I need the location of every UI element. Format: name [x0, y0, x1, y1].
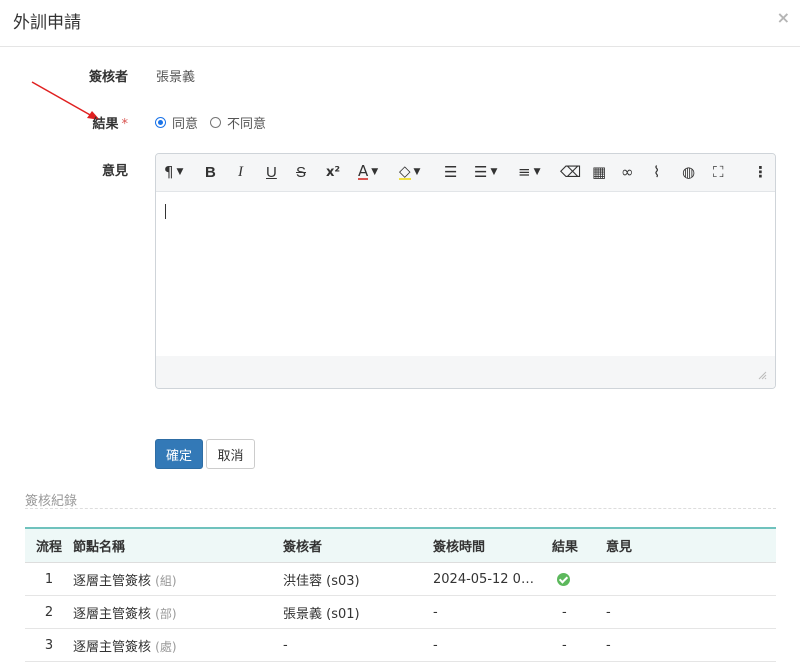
ordered-list-icon[interactable]: ☰: [444, 161, 457, 183]
unordered-list-icon[interactable]: ☰ ▼: [474, 161, 497, 183]
step-cell: 1: [25, 562, 73, 596]
text-color-icon[interactable]: A ▼: [358, 161, 378, 183]
close-button[interactable]: ×: [777, 8, 790, 27]
italic-icon[interactable]: I: [238, 161, 243, 183]
paragraph-format-icon[interactable]: ¶ ▼: [164, 161, 183, 183]
strikethrough-icon[interactable]: S: [296, 161, 306, 183]
underline-icon[interactable]: U: [266, 161, 277, 183]
node-cell: 逐層主管簽核 (組): [73, 562, 283, 596]
comment-cell: -: [606, 595, 776, 629]
background-color-icon[interactable]: ◇ ▼: [399, 161, 420, 183]
superscript-icon[interactable]: x²: [326, 161, 340, 183]
comment-cell: [606, 562, 776, 596]
link-icon[interactable]: ∞: [621, 161, 634, 183]
fullscreen-icon[interactable]: ⛶: [713, 161, 724, 183]
result-cell: -: [552, 595, 606, 629]
column-header-step: 流程: [25, 528, 73, 563]
dialog-title: 外訓申請: [13, 13, 81, 33]
comment-editor: ¶ ▼ B I U S x² A ▼ ◇ ▼ ☰ ☰ ▼ ≡ ▼ ⌫ ▦ ∞ ⌇ ◍ ⛶ …: [155, 153, 776, 389]
cancel-button[interactable]: 取消: [206, 439, 255, 469]
reviewer-value: 張景義: [156, 70, 196, 85]
section-divider: [25, 508, 776, 509]
approved-check-icon: [557, 572, 570, 586]
editor-statusbar: [156, 356, 775, 388]
table-header-row: 流程 節點名稱 簽核者 簽核時間 結果 意見: [25, 528, 776, 563]
bold-icon[interactable]: B: [205, 161, 216, 183]
result-cell: [552, 562, 606, 596]
time-cell: -: [433, 628, 552, 662]
attachment-icon[interactable]: ⌇: [653, 161, 660, 183]
dialog-header: 外訓申請 ×: [0, 0, 800, 47]
comment-cell: -: [606, 628, 776, 662]
time-cell: 2024-05-12 0…: [433, 562, 552, 596]
comment-textarea[interactable]: [156, 192, 775, 356]
result-radio-group: 同意 不同意: [155, 113, 278, 132]
table-row: 3 逐層主管簽核 (處) - - - -: [25, 628, 776, 662]
radio-disagree-label[interactable]: 不同意: [227, 113, 266, 132]
table-row: 2 逐層主管簽核 (部) 張景義 (s01) - - -: [25, 595, 776, 629]
reviewer-cell: 洪佳蓉 (s03): [283, 562, 433, 596]
history-section-title: 簽核紀錄: [25, 494, 78, 509]
radio-disagree[interactable]: [210, 117, 222, 128]
result-cell: -: [552, 628, 606, 662]
reviewer-cell: -: [283, 628, 433, 662]
column-header-time: 簽核時間: [433, 528, 552, 563]
confirm-button[interactable]: 確定: [155, 439, 203, 469]
node-cell: 逐層主管簽核 (處): [73, 628, 283, 662]
resize-handle-icon[interactable]: [758, 371, 767, 380]
result-label: 結果 *: [92, 117, 129, 132]
clear-formatting-icon[interactable]: ⌫: [560, 161, 581, 183]
node-cell: 逐層主管簽核 (部): [73, 595, 283, 629]
comment-label: 意見: [101, 164, 128, 179]
reviewer-cell: 張景義 (s01): [283, 595, 433, 629]
table-row: 1 逐層主管簽核 (組) 洪佳蓉 (s03) 2024-05-12 0…: [25, 562, 776, 596]
more-options-icon[interactable]: ⋮: [753, 161, 768, 183]
step-cell: 3: [25, 628, 73, 662]
editor-toolbar: ¶ ▼ B I U S x² A ▼ ◇ ▼ ☰ ☰ ▼ ≡ ▼ ⌫ ▦ ∞ ⌇ ◍ ⛶ …: [156, 154, 775, 192]
column-header-node: 節點名稱: [73, 528, 283, 563]
globe-icon[interactable]: ◍: [682, 161, 695, 183]
align-icon[interactable]: ≡ ▼: [518, 161, 541, 183]
radio-agree[interactable]: [155, 117, 166, 128]
required-mark: *: [121, 117, 129, 132]
time-cell: -: [433, 595, 552, 629]
table-icon[interactable]: ▦: [592, 161, 606, 183]
history-table: 流程 節點名稱 簽核者 簽核時間 結果 意見 1 逐層主管簽核 (組) 洪佳蓉 …: [25, 527, 776, 662]
text-cursor: [165, 204, 166, 219]
column-header-comment: 意見: [606, 528, 776, 563]
reviewer-label: 簽核者: [88, 70, 128, 85]
column-header-result: 結果: [552, 528, 606, 563]
radio-agree-label[interactable]: 同意: [172, 113, 198, 132]
step-cell: 2: [25, 595, 73, 629]
column-header-reviewer: 簽核者: [283, 528, 433, 563]
